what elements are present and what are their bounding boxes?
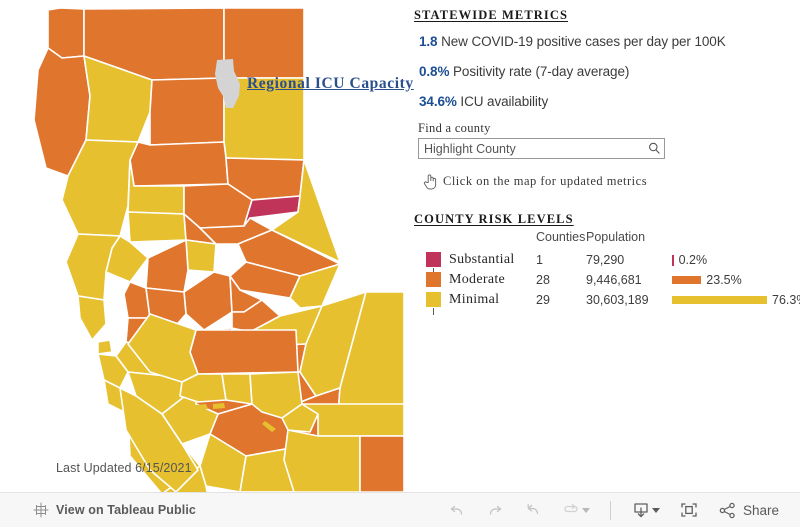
column-header-population: Population [586, 230, 646, 244]
county-search-box[interactable] [418, 138, 665, 159]
metric-positivity-rate-label: Positivity rate (7-day average) [449, 64, 630, 79]
risk-population-minimal: 30,603,189 [586, 293, 649, 307]
risk-pct-minimal: 76.3% [772, 293, 800, 307]
metric-positivity-rate-value: 0.8% [419, 64, 450, 79]
metric-icu-availability-label: ICU availability [456, 94, 549, 109]
download-button[interactable] [622, 496, 669, 524]
risk-level-minimal: Minimal [449, 292, 500, 307]
metric-positivity-rate: 0.8% Positivity rate (7-day average) [419, 64, 629, 79]
risk-bar-substantial: 0.2% [672, 250, 800, 270]
dashboard-root: Last Updated 6/15/2021 Regional ICU Capa… [0, 0, 800, 527]
share-label: Share [742, 502, 779, 518]
redo-button[interactable] [476, 496, 514, 524]
column-header-counties: Counties [536, 230, 586, 244]
county-san-luis-obispo [127, 313, 199, 383]
regional-icu-capacity-link[interactable]: Regional ICU Capacity [213, 58, 414, 110]
metric-new-cases: 1.8 New COVID-19 positive cases per day … [419, 34, 726, 49]
county-kern [189, 329, 299, 375]
california-outline-icon [215, 59, 240, 108]
pointing-hand-icon [423, 174, 437, 190]
map-click-hint: Click on the map for updated metrics [423, 173, 647, 190]
risk-swatch-moderate [426, 270, 444, 287]
last-updated-text: Last Updated 6/15/2021 [56, 461, 192, 475]
refresh-icon [564, 503, 578, 513]
table-header-row: Counties Population [414, 230, 800, 250]
risk-bar-moderate: 23.5% [672, 270, 800, 290]
county-riverside [301, 403, 404, 437]
metric-new-cases-label: New COVID-19 positive cases per day per … [437, 34, 726, 49]
fullscreen-icon [681, 503, 697, 517]
revert-button[interactable] [514, 496, 552, 524]
risk-level-moderate: Moderate [449, 272, 506, 287]
table-row[interactable]: Substantial 1 79,290 0.2% [414, 250, 800, 275]
risk-pct-substantial: 0.2% [678, 253, 708, 267]
map-click-hint-label: Click on the map for updated metrics [443, 174, 648, 188]
risk-bar-minimal: 76.3% [672, 290, 800, 310]
risk-population-moderate: 9,446,681 [586, 273, 642, 287]
revert-icon [527, 504, 539, 515]
risk-population-substantial: 79,290 [586, 253, 625, 267]
county-imperial [359, 435, 404, 492]
county-san-diego [283, 429, 361, 492]
county-risk-levels-heading: COUNTY RISK LEVELS [414, 212, 574, 226]
risk-level-substantial: Substantial [449, 252, 515, 267]
tableau-logo-icon [33, 502, 49, 518]
statewide-metrics-heading: STATEWIDE METRICS [414, 8, 569, 22]
risk-counties-substantial: 1 [536, 253, 543, 267]
search-input[interactable] [419, 139, 644, 158]
regional-icu-capacity-label[interactable]: Regional ICU Capacity [247, 75, 414, 93]
toolbar-actions: Share [438, 493, 788, 527]
view-on-tableau-public-button[interactable]: View on Tableau Public [33, 502, 196, 518]
county-ventura [221, 373, 253, 405]
redo-icon [489, 505, 502, 515]
undo-icon [450, 505, 463, 515]
risk-swatch-substantial [426, 250, 444, 267]
metric-new-cases-value: 1.8 [419, 34, 438, 49]
risk-counties-minimal: 29 [536, 293, 550, 307]
search-icon[interactable] [644, 139, 664, 158]
fullscreen-button[interactable] [669, 496, 709, 524]
refresh-dropdown-caret[interactable] [581, 507, 590, 513]
risk-levels-table: Counties Population Substantial 1 79,290… [414, 230, 800, 315]
view-on-tableau-public-label: View on Tableau Public [56, 503, 196, 517]
download-icon [634, 503, 648, 518]
metric-icu-availability-value: 34.6% [419, 94, 457, 109]
metric-icu-availability: 34.6% ICU availability [419, 94, 548, 109]
table-row[interactable]: Minimal 29 30,603,189 76.3% [414, 290, 800, 310]
download-dropdown-caret[interactable] [651, 507, 660, 513]
share-button[interactable]: Share [709, 496, 788, 524]
table-row[interactable]: Moderate 28 9,446,681 23.5% [414, 270, 800, 315]
share-icon [719, 502, 735, 518]
find-a-county-label: Find a county [418, 121, 491, 135]
refresh-button[interactable] [552, 496, 599, 524]
risk-pct-moderate: 23.5% [706, 273, 742, 287]
metrics-panel: STATEWIDE METRICS 1.8 New COVID-19 posit… [409, 0, 800, 492]
risk-swatch-minimal [426, 290, 444, 307]
risk-counties-moderate: 28 [536, 273, 550, 287]
undo-button[interactable] [438, 496, 476, 524]
toolbar-divider [609, 500, 611, 520]
bottom-toolbar: View on Tableau Public Share [0, 492, 800, 527]
